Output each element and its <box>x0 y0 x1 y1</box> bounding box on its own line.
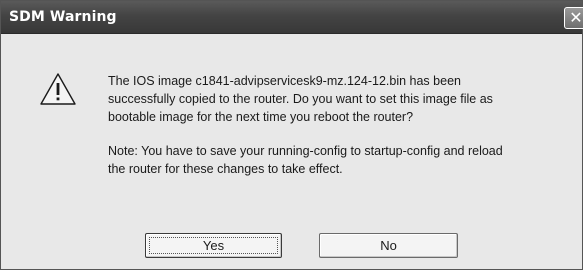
close-button[interactable]: ✕ <box>564 7 583 29</box>
close-icon: ✕ <box>569 8 583 27</box>
sdm-warning-dialog: SDM Warning ✕ The IOS image c1841-advips… <box>0 0 583 270</box>
focus-rectangle <box>149 237 278 254</box>
no-button-label: No <box>380 238 397 253</box>
note-line: Note: You have to save your running-conf… <box>108 144 503 158</box>
no-button[interactable]: No <box>319 233 458 258</box>
yes-button[interactable]: Yes <box>145 233 282 258</box>
message-text: The IOS image c1841-advipservicesk9-mz.1… <box>108 72 568 178</box>
dialog-title: SDM Warning <box>9 9 117 25</box>
message-line: successfully copied to the router. Do yo… <box>108 92 493 106</box>
message-line: bootable image for the next time you reb… <box>108 110 414 124</box>
title-bar[interactable]: SDM Warning ✕ <box>1 1 583 34</box>
note-line: the router for these changes to take eff… <box>108 162 343 176</box>
message-line: The IOS image c1841-advipservicesk9-mz.1… <box>108 74 461 88</box>
warning-icon <box>40 73 76 105</box>
